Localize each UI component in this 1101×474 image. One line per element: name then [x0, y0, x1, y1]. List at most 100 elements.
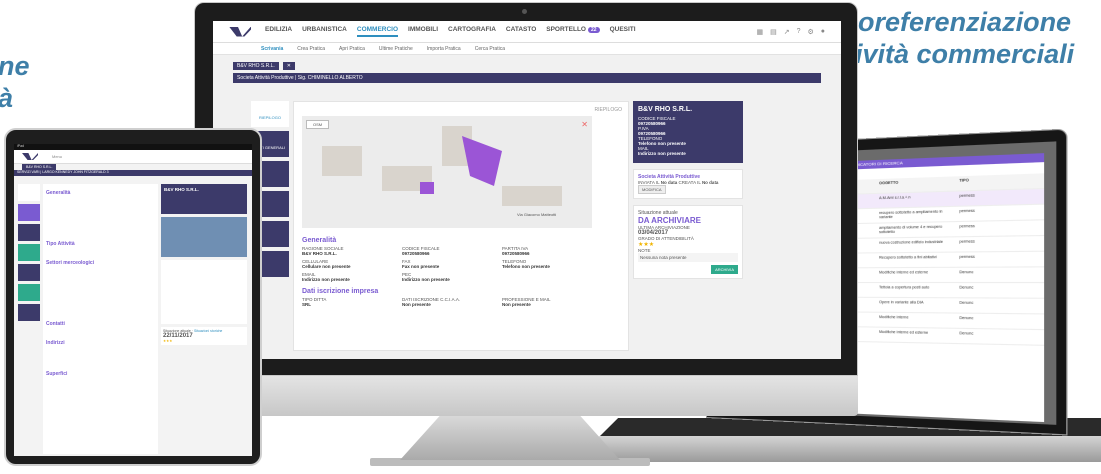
help-icon[interactable]: ?	[797, 28, 801, 36]
subnav-ultime[interactable]: Ultime Pratiche	[379, 46, 413, 52]
nav-edilizia[interactable]: EDILIZIA	[265, 26, 292, 37]
nav-sportello-label: SPORTELLO	[546, 26, 586, 33]
generalita-fields: RAGIONE SOCIALE B&V RHO S.R.L. CODICE FISC…	[302, 246, 622, 285]
mail-value: Indirizzo non presente	[638, 151, 686, 156]
app-logo[interactable]	[229, 27, 251, 37]
main-panel: RIEPILOGO OSM Via Giacomo Matteotti ✕ Ge…	[293, 101, 629, 351]
company-name: B&V RHO S.R.L.	[638, 106, 738, 113]
sidebar-item[interactable]	[18, 304, 40, 321]
field: EMAIL Indirizzo non presente	[302, 272, 402, 282]
col-header: TIPO	[959, 176, 1039, 189]
table-cell: Recupero sottotetto a fini abitativi	[879, 255, 955, 265]
sidebar-item[interactable]	[18, 284, 40, 301]
status-badge: DA ARCHIVIARE	[638, 216, 738, 225]
grid-icon[interactable]: ▦	[756, 28, 763, 36]
right-column: B&V RHO S.R.L. CODICE FISCALE 0972058096…	[633, 101, 743, 351]
user-icon[interactable]: ●	[821, 28, 825, 36]
table-cell: A.M.Ami s.r.l.a.+.n	[879, 194, 955, 206]
subnav-scrivania[interactable]: Scrivania	[261, 46, 283, 52]
camera	[522, 9, 527, 14]
field-value: SRL	[302, 302, 402, 307]
close-icon[interactable]: ✕	[283, 62, 295, 70]
sidebar-item-riepilogo[interactable]: RIEPILOGO	[251, 101, 289, 127]
tagline-left-line1: ne	[0, 50, 30, 82]
nav-quesiti[interactable]: QUESITI	[610, 26, 636, 37]
map-layer-select[interactable]: OSM	[306, 120, 329, 129]
imac-device: EDILIZIA URBANISTICA COMMERCIO IMMOBILI …	[194, 2, 858, 376]
tagline-right: Georeferenziazione attività commerciali	[822, 6, 1101, 70]
sub-nav: Scrivania Crea Pratica Apri Pratica Ulti…	[213, 43, 841, 55]
imac-stand	[400, 416, 620, 460]
company-card: B&V RHO S.R.L. CODICE FISCALE 0972058096…	[633, 101, 743, 163]
nav-commercio[interactable]: COMMERCIO	[357, 26, 398, 37]
nav-immobili[interactable]: IMMOBILI	[408, 26, 438, 37]
calendar-icon[interactable]: ▤	[770, 28, 777, 36]
subnav-cerca[interactable]: Cerca Pratica	[475, 46, 505, 52]
app-header: EDILIZIA URBANISTICA COMMERCIO IMMOBILI …	[213, 21, 841, 43]
highlighted-parcel[interactable]	[420, 182, 434, 194]
nav-sportello[interactable]: SPORTELLO 22	[546, 26, 599, 37]
table-cell: permess	[959, 191, 1039, 203]
creata-label: CREATA IL	[678, 180, 700, 185]
sidebar-item[interactable]	[18, 244, 40, 261]
table-cell: recupero sottotetto a ampliamento in var…	[879, 209, 955, 220]
tagline-left-line2: à	[0, 82, 30, 114]
subnav-importa[interactable]: Importa Pratica	[427, 46, 461, 52]
field: PARTITA IVA 09720580966	[502, 246, 602, 256]
imac-screen: EDILIZIA URBANISTICA COMMERCIO IMMOBILI …	[213, 21, 841, 359]
subnav-apri[interactable]: Apri Pratica	[339, 46, 365, 52]
ipad-header: Menu	[14, 150, 252, 164]
field-value: Telefono non presente	[502, 264, 602, 269]
ipad-details: Generalità Tipo Attività Settori merceol…	[43, 184, 158, 454]
ipad-menu[interactable]: Menu	[52, 154, 62, 159]
table-cell: Modifiche interne ed esterne	[879, 330, 955, 341]
section-generalita: Generalità	[302, 237, 622, 244]
section-title: Tipo Attività	[46, 241, 155, 247]
sidebar-item[interactable]	[18, 184, 40, 201]
note-text: Nessuna nota presente	[638, 253, 738, 262]
star-rating: ★★★	[163, 339, 245, 343]
gear-icon[interactable]: ⚙	[807, 28, 813, 36]
col-header: OGGETTO	[879, 179, 955, 191]
company-info: Generalità RAGIONE SOCIALE B&V RHO S.R.L.…	[302, 234, 622, 310]
field: CODICE FISCALE 09720580966	[402, 246, 502, 256]
archivia-button[interactable]: ARCHIVIA	[711, 265, 738, 274]
ipad-company-card: B&V RHO S.R.L.	[161, 184, 247, 214]
tagline-right-line2: attività commerciali	[822, 38, 1101, 70]
table-cell: permess	[959, 223, 1039, 234]
field: TIPO DITTA SRL	[302, 297, 402, 307]
ipad-device: iPad Menu B&V RHO S.R.L. SERVIZI VARI | …	[4, 128, 262, 466]
app-logo[interactable]	[22, 153, 38, 160]
map-street-label: Via Giacomo Matteotti	[517, 212, 556, 217]
subnav-crea[interactable]: Crea Pratica	[297, 46, 325, 52]
map[interactable]: OSM Via Giacomo Matteotti ✕	[302, 116, 592, 228]
table-cell: Denunc	[959, 270, 1039, 280]
close-icon[interactable]: ✕	[581, 120, 588, 129]
iscrizione-fields: TIPO DITTA SRL DATI ISCRIZIONE C.C.I.A.A. N…	[302, 297, 622, 310]
sidebar-item[interactable]	[18, 204, 40, 221]
highlighted-parcel[interactable]	[462, 136, 502, 186]
nav-catasto[interactable]: CATASTO	[506, 26, 536, 37]
nav-cartografia[interactable]: CARTOGRAFIA	[448, 26, 496, 37]
company-strip: Societa Attività Produttive | Sig. CHIMI…	[233, 73, 821, 83]
table-cell: Opere in variante alla DIA	[879, 300, 955, 310]
sidebar-item[interactable]	[18, 264, 40, 281]
table-cell: Tettoia a copertura posti auto	[879, 285, 955, 295]
ipad-map[interactable]	[161, 260, 247, 324]
table-cell: Modifiche interne	[879, 315, 955, 326]
field: CELLULARE Cellulare non presente	[302, 259, 402, 269]
field-value: Non presente	[502, 302, 602, 307]
header-icons: ▦ ▤ ↗ ? ⚙ ●	[756, 28, 825, 36]
ipad-situazioni[interactable]: Situazioni storiche	[194, 329, 222, 333]
section-title: Indirizzi	[46, 340, 155, 346]
section-title: Contatti	[46, 321, 155, 327]
ipad-right-column: B&V RHO S.R.L. Situazione attuale · Situ…	[161, 184, 247, 454]
modifica-button[interactable]: MODIFICA	[638, 185, 666, 194]
nav-urbanistica[interactable]: URBANISTICA	[302, 26, 347, 37]
field-value: Indirizzo non presente	[402, 277, 502, 282]
field-value: Cellulare non presente	[302, 264, 402, 269]
situazione-card: Situazione attuale DA ARCHIVIARE ULTIMA …	[633, 205, 743, 279]
company-tag[interactable]: B&V RHO S.R.L.	[233, 62, 279, 70]
chart-icon[interactable]: ↗	[784, 28, 790, 36]
sidebar-item[interactable]	[18, 224, 40, 241]
